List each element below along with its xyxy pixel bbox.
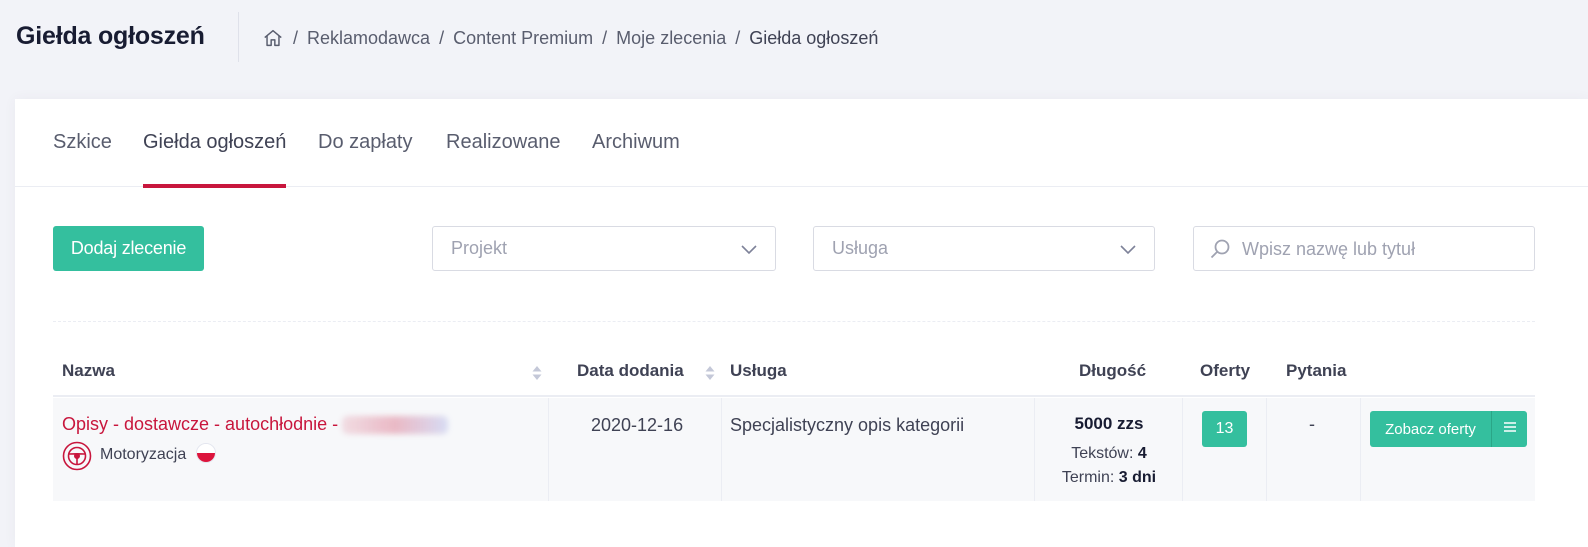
breadcrumb-item-content-premium[interactable]: Content Premium (453, 28, 593, 49)
texts-value: 4 (1137, 445, 1147, 462)
column-header-dlugosc: Długość (1079, 361, 1147, 380)
sort-icon[interactable] (705, 365, 715, 381)
home-icon[interactable] (262, 27, 284, 49)
date-added: 2020-12-16 (591, 415, 684, 435)
column-header-nazwa[interactable]: Nazwa (62, 361, 115, 381)
breadcrumb-separator: / (439, 27, 445, 48)
breadcrumb-separator: / (293, 27, 299, 48)
tab-bar: Szkice Giełda ogłoszeń Do zapłaty Realiz… (15, 99, 1588, 188)
table-header: Nazwa Data dodania Usługa Długość Oferty… (53, 349, 1535, 397)
texts-count: Tekstów: 4 (1035, 442, 1183, 466)
divider (53, 321, 1535, 322)
main-card: Szkice Giełda ogłoszeń Do zapłaty Realiz… (15, 99, 1588, 547)
column-header-oferty: Oferty (1200, 361, 1251, 380)
tab-gielda-ogloszen[interactable]: Giełda ogłoszeń (143, 131, 287, 188)
column-header-pytania: Pytania (1286, 361, 1347, 380)
chevron-down-icon (1118, 239, 1138, 259)
tab-szkice[interactable]: Szkice (53, 131, 112, 187)
table-row: Opisy - dostawcze - autochłodnie - Motor… (53, 398, 1535, 501)
cell-divider (548, 398, 549, 501)
view-offers-button[interactable]: Zobacz oferty (1370, 411, 1491, 447)
search-icon (1208, 237, 1232, 261)
breadcrumb-item-reklamodawca[interactable]: Reklamodawca (307, 28, 430, 49)
breadcrumb-separator: / (735, 27, 741, 48)
row-menu-button[interactable] (1492, 411, 1527, 447)
questions-count: - (1309, 414, 1315, 434)
length-cell: 5000 zzs Tekstów: 4 Termin: 3 dni (1035, 414, 1183, 490)
order-title-text: Opisy - dostawcze - autochłodnie - (62, 414, 339, 434)
tab-archiwum[interactable]: Archiwum (592, 131, 680, 187)
add-order-button[interactable]: Dodaj zlecenie (53, 226, 204, 271)
breadcrumb-separator: / (602, 27, 608, 48)
cell-divider (1360, 398, 1361, 501)
chevron-down-icon (739, 239, 759, 259)
tab-do-zaplaty[interactable]: Do zapłaty (318, 131, 413, 187)
order-title-link[interactable]: Opisy - dostawcze - autochłodnie - (62, 414, 449, 435)
tab-realizowane[interactable]: Realizowane (446, 131, 561, 187)
service-select-value: Usługa (832, 238, 889, 258)
texts-label: Tekstów: (1071, 445, 1134, 462)
sort-icon[interactable] (532, 365, 542, 381)
breadcrumb-item-moje-zlecenia[interactable]: Moje zlecenia (616, 28, 726, 49)
search-input[interactable] (1242, 237, 1522, 261)
menu-icon (1502, 420, 1518, 439)
page-title: Giełda ogłoszeń (16, 22, 205, 50)
project-select[interactable]: Projekt (432, 226, 776, 271)
header-divider (238, 12, 239, 62)
length-value: 5000 zzs (1074, 414, 1144, 433)
cell-divider (721, 398, 722, 501)
term-label: Termin: (1061, 469, 1115, 486)
steering-wheel-icon (62, 441, 92, 471)
poland-flag-icon (196, 443, 216, 463)
breadcrumb: / Reklamodawca / Content Premium / Moje … (262, 27, 878, 49)
topbar: Giełda ogłoszeń / Reklamodawca / Content… (0, 0, 1588, 78)
service-select[interactable]: Usługa (813, 226, 1155, 271)
term: Termin: 3 dni (1035, 466, 1183, 490)
column-header-data-dodania[interactable]: Data dodania (577, 361, 684, 381)
blurred-text (342, 416, 449, 435)
breadcrumb-item-current: Giełda ogłoszeń (749, 27, 879, 48)
column-header-usluga: Usługa (730, 361, 787, 380)
term-value: 3 dni (1118, 469, 1157, 486)
category-label: Motoryzacja (100, 446, 187, 463)
offers-count-badge[interactable]: 13 (1202, 411, 1247, 447)
project-select-value: Projekt (451, 238, 508, 258)
search-box (1193, 226, 1535, 271)
cell-divider (1266, 398, 1267, 501)
service-name: Specjalistyczny opis kategorii (730, 415, 965, 435)
